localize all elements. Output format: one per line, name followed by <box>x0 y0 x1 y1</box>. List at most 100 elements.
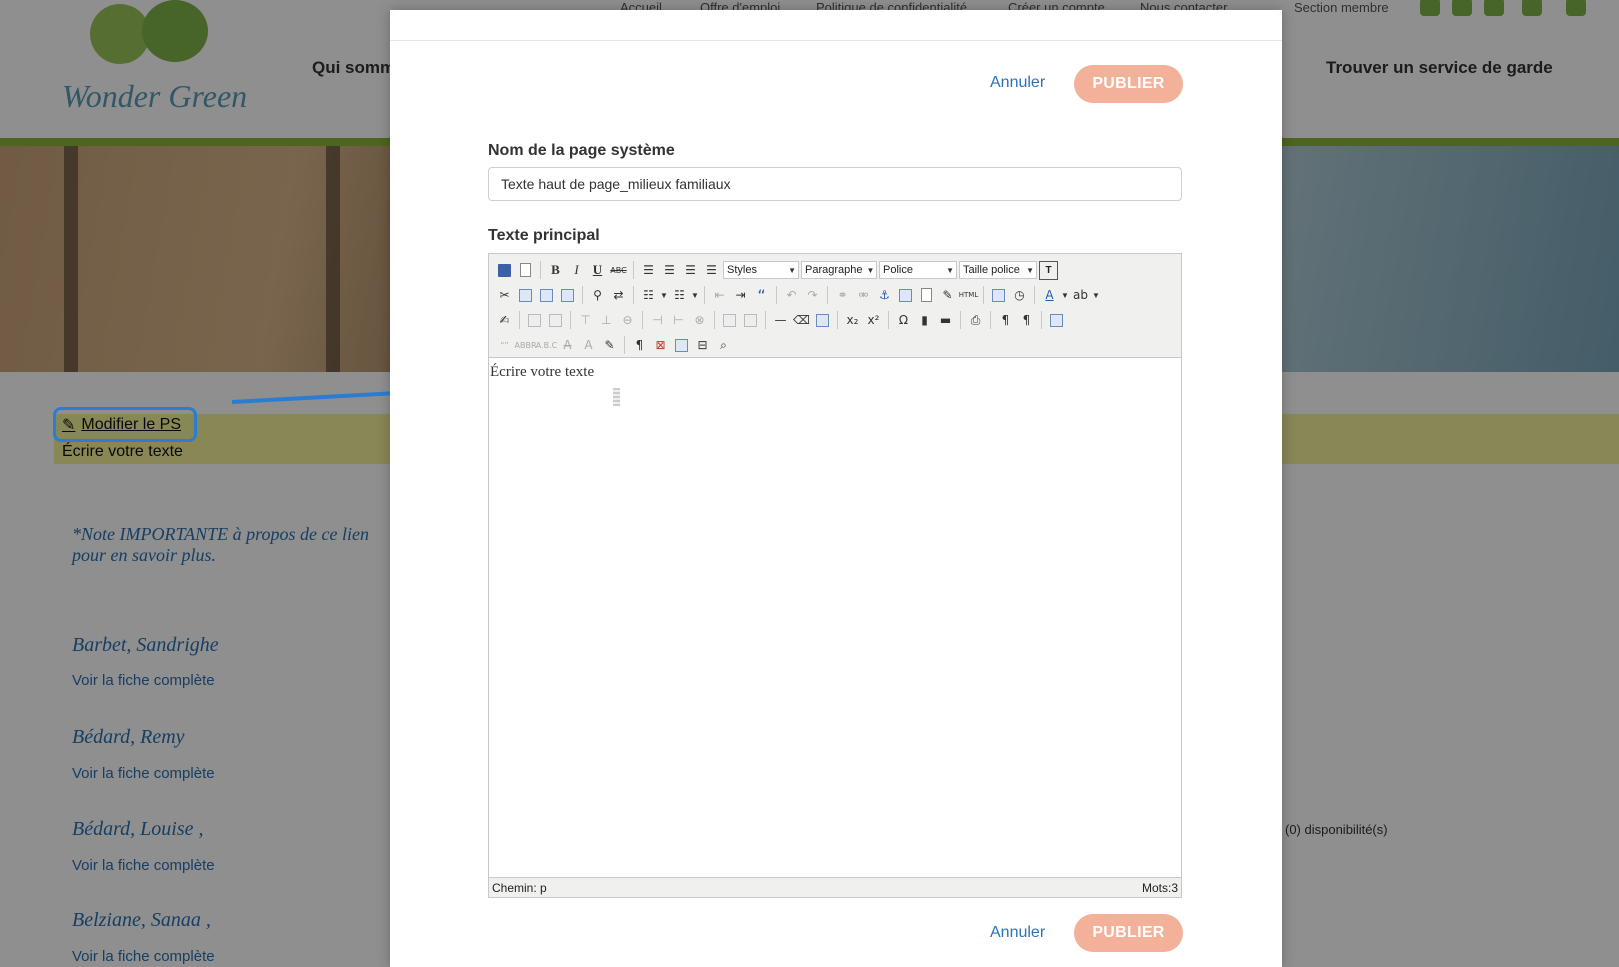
save-icon[interactable] <box>495 260 514 280</box>
insert-col-after-icon[interactable]: ⊢ <box>669 310 688 330</box>
publish-button-top[interactable]: PUBLIER <box>1074 65 1183 103</box>
replace-icon[interactable]: ⇄ <box>609 285 628 305</box>
superscript-icon[interactable]: x² <box>864 310 883 330</box>
font-size-select-value: Taille police <box>963 264 1020 276</box>
edit-page-modal: Annuler PUBLIER Nom de la page système T… <box>390 10 1282 967</box>
paste-icon[interactable] <box>537 285 556 305</box>
split-cells-icon[interactable] <box>720 310 739 330</box>
align-right-icon[interactable]: ☰ <box>681 260 700 280</box>
font-size-select[interactable]: Taille police ▼ <box>959 261 1037 279</box>
table-cell-props-icon[interactable] <box>546 310 565 330</box>
editor-statusbar: Chemin: p Mots:3 <box>489 877 1181 897</box>
insert-row-after-icon[interactable]: ⊥ <box>597 310 616 330</box>
chevron-down-icon: ▼ <box>788 265 796 275</box>
word-count: Mots:3 <box>1141 880 1178 895</box>
subscript-icon[interactable]: x₂ <box>843 310 862 330</box>
page-name-input[interactable] <box>488 167 1182 201</box>
chevron-down-icon: ▼ <box>946 265 954 275</box>
delete-col-icon[interactable]: ⊗ <box>690 310 709 330</box>
delete-row-icon[interactable]: ⊖ <box>618 310 637 330</box>
font-select[interactable]: Police ▼ <box>879 261 957 279</box>
link-icon[interactable]: ⚭ <box>833 285 852 305</box>
blockquote-icon[interactable]: “ <box>752 285 771 305</box>
page-break-icon[interactable]: ▬ <box>936 310 955 330</box>
rich-text-editor: B I U ABC ☰ ☰ ☰ ☰ Styles ▼ Paragraphe ▼ Po… <box>488 253 1182 898</box>
cleanup-icon[interactable]: ✎ <box>938 285 957 305</box>
media-icon[interactable]: ▮ <box>915 310 934 330</box>
format-select-value: Paragraphe <box>805 264 863 276</box>
merge-cells-icon[interactable] <box>741 310 760 330</box>
text-cursor <box>613 388 620 406</box>
chevron-down-icon[interactable]: ▼ <box>1061 291 1069 300</box>
eraser-icon[interactable]: ⌫ <box>792 310 811 330</box>
insert-table-icon[interactable] <box>813 310 832 330</box>
non-breaking-icon[interactable]: ⊠ <box>651 335 670 355</box>
numbered-list-icon[interactable]: ☷ <box>670 285 689 305</box>
chevron-down-icon[interactable]: ▼ <box>660 291 668 300</box>
rtl-icon[interactable]: ¶ <box>1017 310 1036 330</box>
editor-content-text: Écrire votre texte <box>490 364 595 380</box>
print-icon[interactable]: ⎙ <box>966 310 985 330</box>
cut-icon[interactable]: ✂ <box>495 285 514 305</box>
edit-link-highlight <box>53 407 197 442</box>
insert-row-before-icon[interactable]: ⊤ <box>576 310 595 330</box>
underline-icon[interactable]: U <box>588 260 607 280</box>
ltr-icon[interactable]: ¶ <box>996 310 1015 330</box>
new-document-icon[interactable] <box>516 260 535 280</box>
insert-time-icon[interactable]: ◷ <box>1010 285 1029 305</box>
styles-select[interactable]: Styles ▼ <box>723 261 799 279</box>
show-blocks-icon[interactable]: ¶ <box>630 335 649 355</box>
visual-aid-icon[interactable]: ⊟ <box>693 335 712 355</box>
editor-content-area[interactable]: Écrire votre texte <box>489 358 1181 851</box>
insert-col-before-icon[interactable]: ⊣ <box>648 310 667 330</box>
main-text-label: Texte principal <box>488 227 600 244</box>
element-path[interactable]: Chemin: p <box>492 881 547 895</box>
editor-toolbar: B I U ABC ☰ ☰ ☰ ☰ Styles ▼ Paragraphe ▼ Po… <box>489 254 1181 358</box>
insert-date-icon[interactable] <box>989 285 1008 305</box>
redo-icon[interactable]: ↷ <box>803 285 822 305</box>
align-justify-icon[interactable]: ☰ <box>702 260 721 280</box>
plain-text-icon[interactable]: T <box>1039 260 1058 280</box>
chevron-down-icon[interactable]: ▼ <box>691 291 699 300</box>
cite-icon[interactable]: “” <box>495 335 514 355</box>
abbr-icon[interactable]: ABBR <box>515 335 537 355</box>
outdent-icon[interactable]: ⇤ <box>710 285 729 305</box>
anchor-icon[interactable]: ⚓ <box>875 285 894 305</box>
undo-icon[interactable]: ↶ <box>782 285 801 305</box>
preview-icon[interactable]: ⌕ <box>714 335 733 355</box>
bullet-list-icon[interactable]: ☷ <box>639 285 658 305</box>
del-icon[interactable]: A <box>558 335 577 355</box>
align-center-icon[interactable]: ☰ <box>660 260 679 280</box>
template-icon[interactable] <box>672 335 691 355</box>
align-left-icon[interactable]: ☰ <box>639 260 658 280</box>
modal-divider <box>390 40 1282 41</box>
italic-icon[interactable]: I <box>567 260 586 280</box>
cancel-button-top[interactable]: Annuler <box>990 74 1045 92</box>
text-color-icon[interactable]: A <box>1040 285 1059 305</box>
unlink-icon[interactable]: ⚮ <box>854 285 873 305</box>
find-icon[interactable]: ⚲ <box>588 285 607 305</box>
publish-button-bottom[interactable]: PUBLIER <box>1074 914 1183 952</box>
cancel-button-bottom[interactable]: Annuler <box>990 924 1045 942</box>
acronym-icon[interactable]: A.B.C <box>536 335 558 355</box>
edit-source-icon[interactable]: ✍ <box>495 310 514 330</box>
table-row-props-icon[interactable] <box>525 310 544 330</box>
attributes-icon[interactable]: ✎ <box>600 335 619 355</box>
indent-icon[interactable]: ⇥ <box>731 285 750 305</box>
image-icon[interactable] <box>896 285 915 305</box>
chevron-down-icon[interactable]: ▼ <box>1092 291 1100 300</box>
ins-icon[interactable]: A <box>579 335 598 355</box>
paste-text-icon[interactable] <box>558 285 577 305</box>
format-select[interactable]: Paragraphe ▼ <box>801 261 877 279</box>
chevron-down-icon: ▼ <box>866 265 875 275</box>
horizontal-rule-icon[interactable]: — <box>771 310 790 330</box>
strikethrough-icon[interactable]: ABC <box>609 260 628 280</box>
file-icon[interactable] <box>917 285 936 305</box>
bold-icon[interactable]: B <box>546 260 565 280</box>
highlight-color-icon[interactable]: ab <box>1071 285 1090 305</box>
fullscreen-icon[interactable] <box>1047 310 1066 330</box>
special-char-icon[interactable]: Ω <box>894 310 913 330</box>
chevron-down-icon: ▼ <box>1026 265 1034 275</box>
html-icon[interactable]: HTML <box>959 285 978 305</box>
copy-icon[interactable] <box>516 285 535 305</box>
